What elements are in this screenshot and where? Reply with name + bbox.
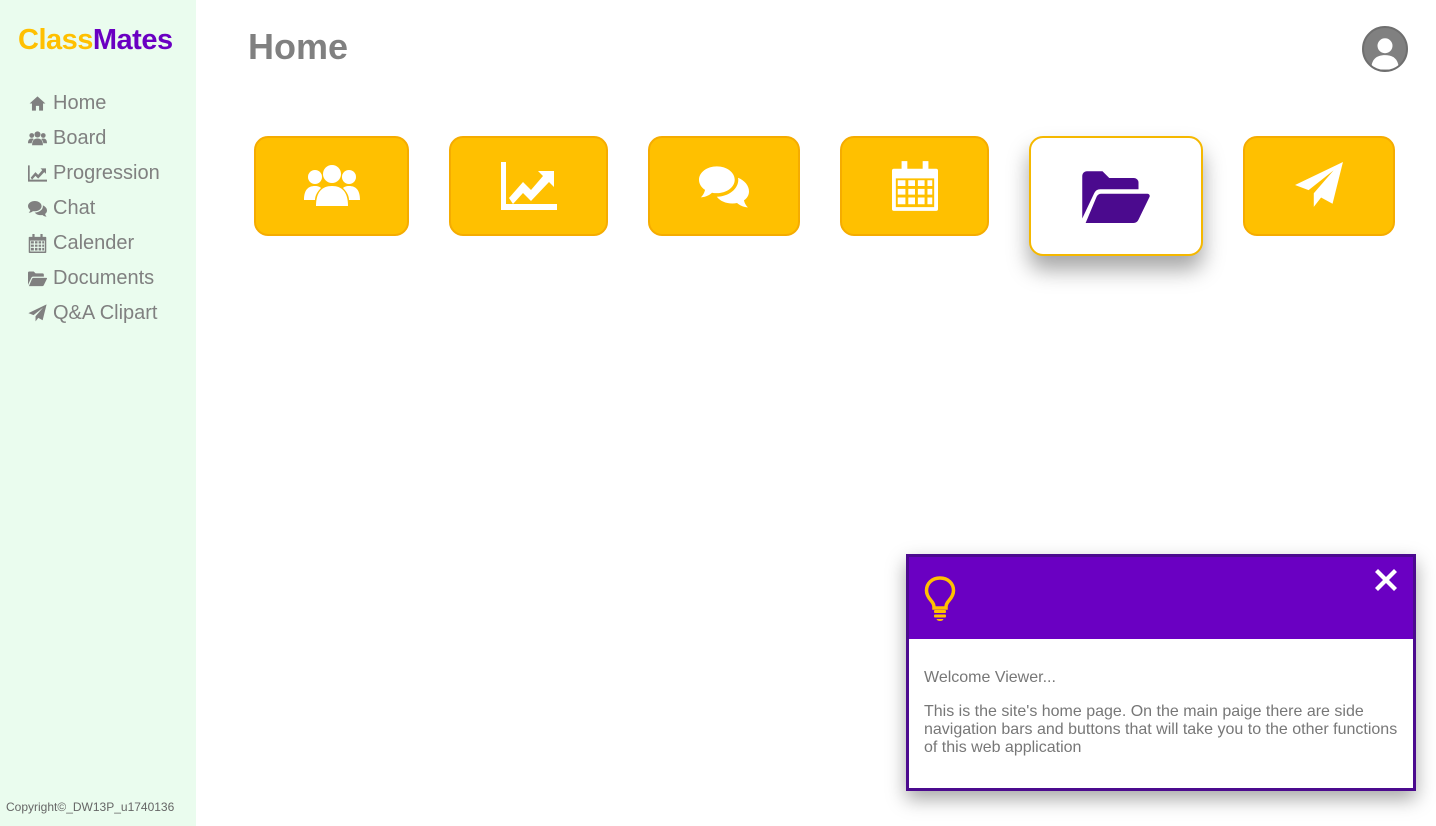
users-icon (304, 160, 360, 212)
popup-body: Welcome Viewer... This is the site's hom… (909, 639, 1413, 757)
paper-plane-icon (28, 304, 47, 323)
sidebar-item-label: Q&A Clipart (53, 302, 158, 324)
tile-qa-clipart-button[interactable] (1243, 136, 1395, 236)
sidebar-item-documents[interactable]: Documents (28, 261, 160, 296)
chart-line-icon (28, 164, 47, 183)
chart-line-icon (501, 160, 557, 212)
popup-message: This is the site's home page. On the mai… (924, 703, 1398, 756)
comments-icon (28, 199, 47, 218)
sidebar-item-home[interactable]: Home (28, 86, 160, 121)
tile-documents-button[interactable] (1029, 136, 1203, 256)
sidebar-item-label: Chat (53, 197, 96, 219)
logo-part-class: Class (18, 24, 93, 56)
lightbulb-icon (924, 576, 956, 621)
user-icon (1370, 34, 1400, 70)
paper-plane-icon (1293, 161, 1345, 211)
sidebar-item-label: Board (53, 127, 107, 149)
calendar-icon (28, 234, 47, 253)
folder-open-icon (28, 269, 47, 288)
tile-progression-button[interactable] (449, 136, 608, 236)
logo-part-mates: Mates (92, 24, 173, 56)
close-icon[interactable] (1373, 567, 1399, 593)
sidebar-item-label: Documents (53, 267, 155, 289)
users-icon (28, 129, 47, 148)
sidebar-item-calender[interactable]: Calender (28, 226, 160, 261)
sidebar-item-label: Progression (53, 162, 160, 184)
calendar-icon (892, 161, 938, 211)
avatar[interactable] (1362, 26, 1408, 72)
tile-chat-button[interactable] (648, 136, 800, 236)
sidebar: ClassMates Home Board Progression Chat C… (0, 0, 196, 826)
sidebar-item-qa-clipart[interactable]: Q&A Clipart (28, 296, 160, 331)
home-icon (28, 94, 47, 113)
sidebar-item-board[interactable]: Board (28, 121, 160, 156)
sidebar-item-label: Home (53, 92, 107, 114)
copyright-text: Copyright©_DW13P_u1740136 (6, 800, 175, 814)
page-title: Home (248, 26, 349, 67)
sidebar-item-label: Calender (53, 232, 135, 254)
sidebar-item-chat[interactable]: Chat (28, 191, 160, 226)
comments-icon (699, 164, 749, 208)
sidebar-item-progression[interactable]: Progression (28, 156, 160, 191)
app-logo[interactable]: ClassMates (18, 24, 173, 57)
folder-open-icon (1081, 169, 1151, 223)
tile-board-button[interactable] (254, 136, 409, 236)
popup-greeting: Welcome Viewer... (924, 669, 1056, 686)
sidebar-nav: Home Board Progression Chat Calender Doc… (28, 86, 160, 331)
welcome-popup: Welcome Viewer... This is the site's hom… (906, 554, 1416, 791)
tile-calender-button[interactable] (840, 136, 989, 236)
popup-header (909, 557, 1413, 639)
